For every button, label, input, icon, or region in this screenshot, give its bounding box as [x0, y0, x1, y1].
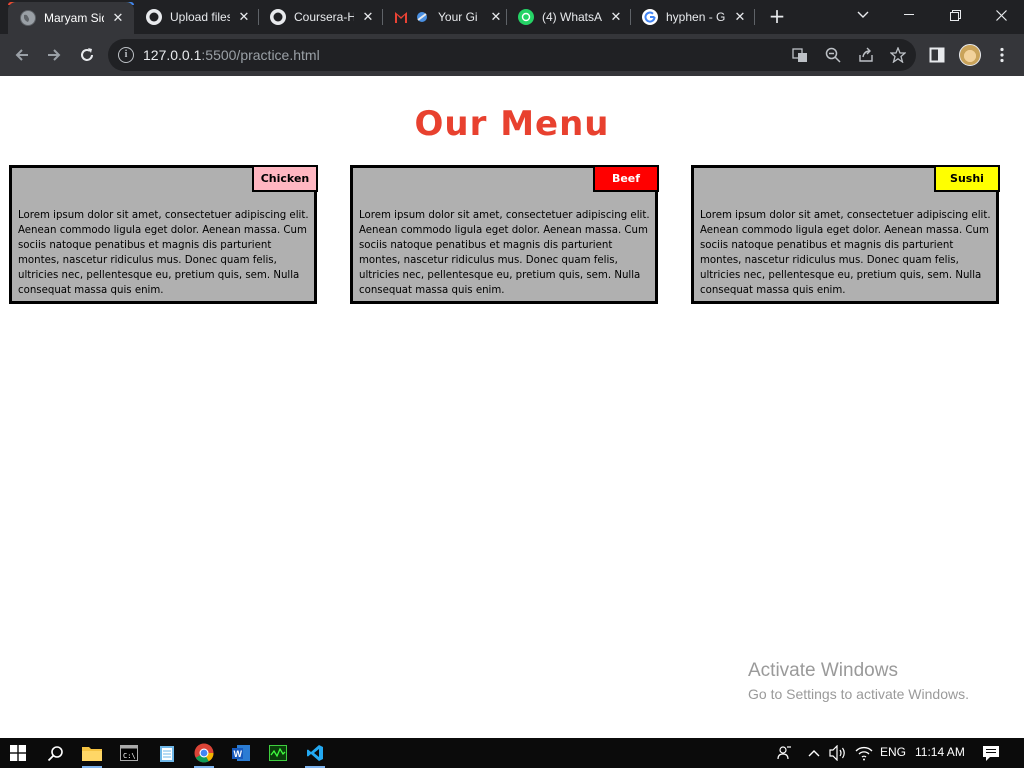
menu-card-text: Lorem ipsum dolor sit amet, consectetuer… [18, 210, 309, 296]
google-icon [642, 9, 658, 25]
folder-icon [82, 747, 102, 761]
menu-card-badge: Sushi [934, 165, 1000, 192]
menu-card-beef: Beef Lorem ipsum dolor sit amet, consect… [350, 165, 659, 304]
vscode-app[interactable] [303, 741, 327, 768]
watermark-subtitle: Go to Settings to activate Windows. [748, 686, 969, 702]
menu-card-badge: Beef [593, 165, 659, 192]
share-icon[interactable] [858, 47, 874, 63]
search-icon [47, 745, 63, 761]
close-icon[interactable]: ✕ [360, 9, 376, 25]
notepad-icon [160, 746, 174, 762]
tab-5[interactable]: hyphen - G ✕ [630, 0, 755, 34]
url-path: :5500/practice.html [201, 47, 320, 63]
menu-card-sushi: Sushi Lorem ipsum dolor sit amet, consec… [691, 165, 1000, 304]
terminal-icon: C:\ [120, 745, 138, 761]
profile-avatar[interactable] [959, 44, 981, 66]
show-hidden-icons-button[interactable] [802, 741, 826, 765]
volume-icon[interactable] [826, 741, 850, 765]
performance-monitor-icon [269, 745, 287, 761]
close-icon[interactable]: ✕ [732, 9, 748, 25]
close-icon[interactable]: ✕ [488, 9, 504, 25]
windows-taskbar: C:\ W ENG 11:14 AM [0, 738, 1024, 768]
url-host: 127.0.0.1 [143, 47, 202, 63]
chrome-icon [194, 743, 214, 763]
svg-text:W: W [234, 749, 243, 759]
start-button[interactable] [6, 741, 30, 765]
tab-title: Upload files [170, 10, 230, 24]
minimize-button[interactable] [886, 0, 932, 30]
menu-card-chicken: Chicken Lorem ipsum dolor sit amet, cons… [9, 165, 318, 304]
tab-4[interactable]: (4) WhatsA ✕ [506, 0, 631, 34]
restore-button[interactable] [932, 0, 978, 30]
search-button[interactable] [43, 741, 67, 765]
tab-search-button[interactable] [840, 0, 886, 30]
close-icon[interactable]: ✕ [236, 9, 252, 25]
word-icon: W [232, 745, 250, 761]
whatsapp-icon [518, 9, 534, 25]
vscode-icon [307, 745, 323, 761]
browser-toolbar: i 127.0.0.1:5500/practice.html [0, 34, 1024, 76]
new-tab-button[interactable]: + [766, 6, 788, 28]
tab-1[interactable]: Upload files ✕ [134, 0, 259, 34]
wifi-icon[interactable] [852, 741, 876, 765]
menu-card-text: Lorem ipsum dolor sit amet, consectetuer… [700, 210, 991, 296]
more-menu-icon[interactable] [992, 45, 1012, 65]
close-icon[interactable]: ✕ [608, 9, 624, 25]
tab-title: Maryam Sid [44, 11, 104, 25]
menu-card-badge: Chicken [252, 165, 318, 192]
activate-windows-watermark: Activate Windows Go to Settings to activ… [748, 660, 969, 702]
tab-2[interactable]: Coursera-H ✕ [258, 0, 383, 34]
arrow-right-icon [48, 49, 61, 61]
terminal-app[interactable]: C:\ [117, 741, 141, 765]
menu-card-text: Lorem ipsum dolor sit amet, consectetuer… [359, 210, 650, 296]
side-panel-icon[interactable] [927, 45, 947, 65]
clock[interactable]: 11:14 AM [915, 745, 965, 759]
notification-icon [983, 745, 999, 761]
monitor-app[interactable] [266, 741, 290, 765]
tab-title: Your Gi [438, 10, 478, 24]
reload-button[interactable] [75, 43, 99, 67]
github-icon [270, 9, 286, 25]
chrome-app[interactable] [192, 741, 216, 768]
minimize-icon [904, 14, 914, 15]
zoom-icon[interactable] [825, 47, 841, 63]
language-indicator[interactable]: ENG [880, 745, 906, 759]
word-app[interactable]: W [229, 741, 253, 765]
page-title: Our Menu [414, 104, 610, 144]
notifications-button[interactable] [979, 741, 1003, 765]
github-icon [146, 9, 162, 25]
tab-strip: Maryam Sid ✕ Upload files ✕ Coursera-H ✕… [0, 0, 1024, 34]
address-bar[interactable]: i 127.0.0.1:5500/practice.html [108, 39, 916, 71]
watermark-title: Activate Windows [748, 660, 898, 681]
back-button[interactable] [10, 43, 34, 67]
translate-icon[interactable] [792, 47, 808, 63]
file-explorer-app[interactable] [80, 741, 104, 768]
tab-title: hyphen - G [666, 10, 726, 24]
people-icon[interactable] [773, 741, 797, 765]
tab-separator [754, 9, 755, 25]
gmail-icon [394, 9, 430, 25]
reload-icon [81, 48, 93, 61]
bookmark-star-icon[interactable] [890, 47, 906, 63]
close-icon[interactable]: ✕ [110, 10, 126, 26]
url-text: 127.0.0.1:5500/practice.html [143, 47, 320, 63]
tab-title: (4) WhatsA [542, 10, 602, 24]
chevron-up-icon [808, 750, 820, 757]
windows-logo-icon [10, 745, 26, 761]
notepad-app[interactable] [155, 741, 179, 765]
forward-button[interactable] [42, 43, 66, 67]
svg-text:C:\: C:\ [123, 752, 136, 760]
chevron-down-icon [857, 11, 869, 18]
tab-title: Coursera-H [294, 10, 354, 24]
tab-0[interactable]: Maryam Sid ✕ [8, 2, 134, 34]
globe-icon [20, 10, 36, 26]
tab-3[interactable]: Your Gi ✕ [382, 0, 507, 34]
info-icon[interactable]: i [118, 47, 134, 63]
page-content: Our Menu Chicken Lorem ipsum dolor sit a… [0, 76, 1024, 738]
close-window-button[interactable] [978, 0, 1024, 30]
arrow-left-icon [15, 49, 28, 61]
close-icon [995, 9, 1007, 21]
restore-icon [949, 9, 961, 21]
